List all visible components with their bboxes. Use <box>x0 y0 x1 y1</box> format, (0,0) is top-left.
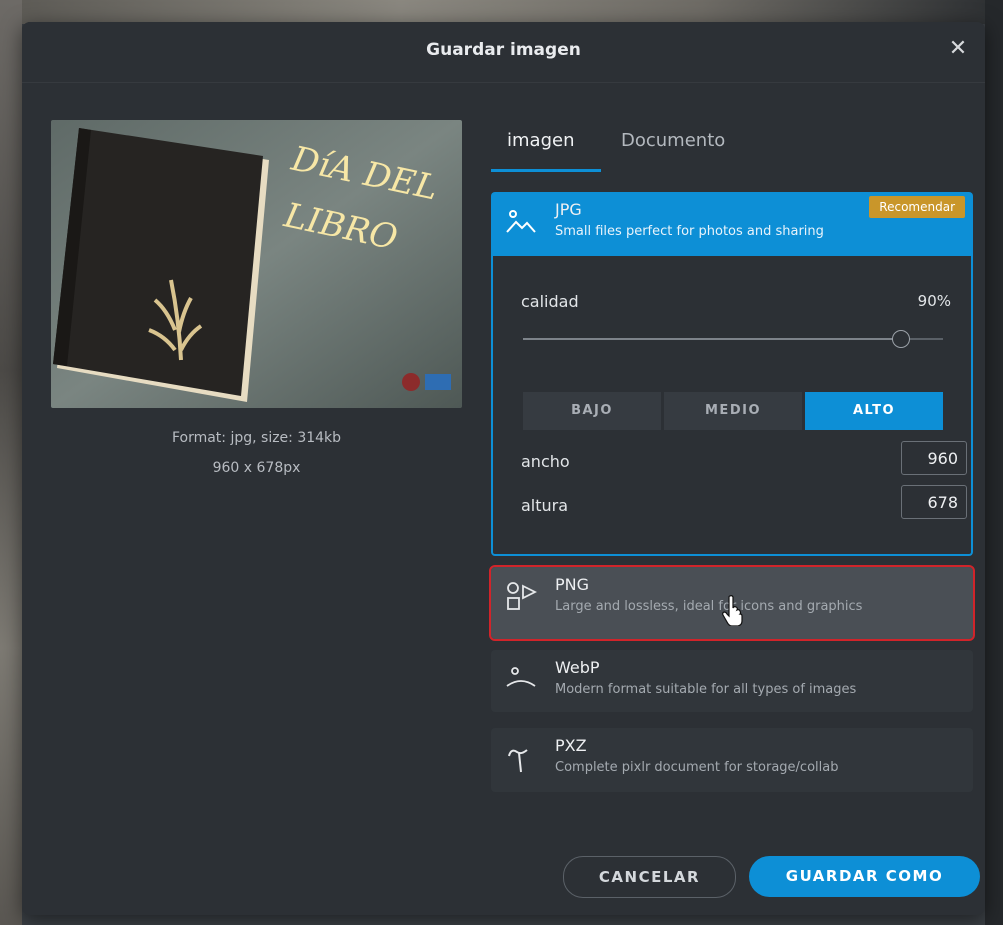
webp-description: Modern format suitable for all types of … <box>555 682 857 697</box>
format-option-jpg[interactable]: JPG Small files perfect for photos and s… <box>491 192 973 256</box>
save-image-dialog: Guardar imagen ✕ DíA DEL LIBRO Format: j… <box>22 22 985 915</box>
dialog-title: Guardar imagen <box>426 40 581 60</box>
image-preview: DíA DEL LIBRO <box>51 120 462 408</box>
pxz-title: PXZ <box>555 736 587 755</box>
format-option-pxz[interactable]: PXZ Complete pixlr document for storage/… <box>491 728 973 792</box>
recommended-badge: Recomendar <box>869 196 965 218</box>
close-icon: ✕ <box>948 36 968 61</box>
jpg-description: Small files perfect for photos and shari… <box>555 224 824 239</box>
webp-title: WebP <box>555 658 600 677</box>
cancel-button[interactable]: CANCELAR <box>563 856 736 898</box>
background-editor-right <box>985 0 1003 925</box>
quality-preset-group: BAJO MEDIO ALTO <box>523 392 943 430</box>
save-as-button[interactable]: GUARDAR COMO <box>749 856 980 897</box>
preset-medio-button[interactable]: MEDIO <box>664 392 802 430</box>
dialog-header: Guardar imagen ✕ <box>22 22 985 83</box>
png-title: PNG <box>555 575 590 594</box>
preview-format-info: Format: jpg, size: 314kb <box>171 430 342 446</box>
jpg-options-panel: calidad 90% BAJO MEDIO ALTO ancho altura <box>491 256 973 556</box>
quality-value: 90% <box>917 292 951 310</box>
background-editor-top <box>0 0 1003 24</box>
quality-slider-thumb[interactable] <box>892 330 910 348</box>
pxz-description: Complete pixlr document for storage/coll… <box>555 760 839 775</box>
webp-icon <box>505 662 537 694</box>
background-editor-left <box>0 0 22 925</box>
format-option-png[interactable]: PNG Large and lossless, ideal for icons … <box>489 565 975 641</box>
height-input[interactable] <box>901 485 967 519</box>
png-description: Large and lossless, ideal for icons and … <box>555 599 863 614</box>
quality-label: calidad <box>521 292 579 311</box>
width-input[interactable] <box>901 441 967 475</box>
height-label: altura <box>521 496 569 515</box>
jpg-title: JPG <box>555 200 582 219</box>
format-option-webp[interactable]: WebP Modern format suitable for all type… <box>491 650 973 712</box>
quality-slider-fill <box>523 338 901 340</box>
landscape-icon <box>505 206 537 238</box>
preview-image: DíA DEL LIBRO <box>51 120 462 408</box>
tab-documento[interactable]: Documento <box>605 126 741 165</box>
width-label: ancho <box>521 452 570 471</box>
shapes-icon <box>505 581 538 613</box>
pen-nib-icon <box>505 742 537 774</box>
tab-imagen[interactable]: imagen <box>491 126 590 165</box>
preset-bajo-button[interactable]: BAJO <box>523 392 661 430</box>
close-button[interactable]: ✕ <box>945 36 971 62</box>
quality-slider[interactable] <box>523 330 943 348</box>
active-tab-indicator <box>491 169 601 172</box>
preview-dimensions-info: 960 x 678px <box>212 460 301 476</box>
preset-alto-button[interactable]: ALTO <box>805 392 943 430</box>
